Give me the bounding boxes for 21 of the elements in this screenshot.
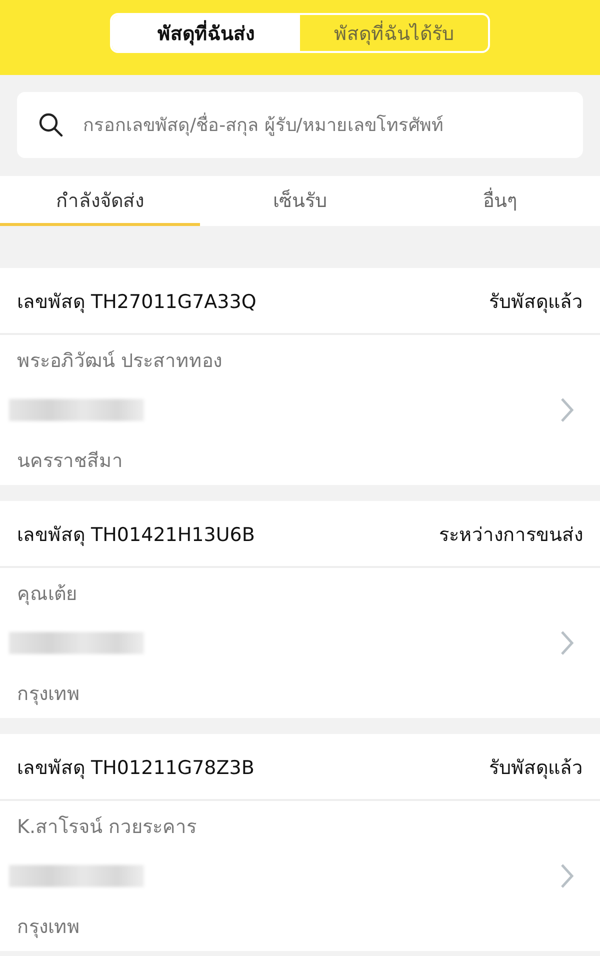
parcel-card[interactable]: เลขพัสดุ TH27011G7A33Q รับพัสดุแล้ว พระอภิวัฒน์ ประสาททอง นครราชสีมา bbox=[0, 268, 600, 485]
segment-tab[interactable]: พัสดุที่ฉันได้รับ bbox=[300, 15, 488, 51]
segment-tab[interactable]: พัสดุที่ฉันส่ง bbox=[112, 15, 300, 51]
tracking-number: เลขพัสดุ TH01211G78Z3B bbox=[17, 756, 254, 781]
recipient-name: K.สาโรจน์ กวยระคาร bbox=[17, 814, 198, 840]
recipient-name: พระอภิวัฒน์ ประสาททอง bbox=[17, 349, 224, 374]
parcel-card[interactable]: เลขพัสดุ TH01421H13U6B ระหว่างการขนส่ง คุณเต้ย กรุงเทพ bbox=[0, 501, 600, 718]
province-name: กรุงเทพ bbox=[17, 915, 81, 940]
province-name: นครราชสีมา bbox=[17, 449, 124, 474]
chevron-right-icon bbox=[560, 630, 574, 656]
tracking-number: เลขพัสดุ TH27011G7A33Q bbox=[17, 290, 256, 315]
chevron-right-icon bbox=[560, 863, 574, 889]
parcel-status: รับพัสดุแล้ว bbox=[489, 756, 583, 781]
parcel-status: ระหว่างการขนส่ง bbox=[439, 522, 583, 548]
search-field[interactable]: กรอกเลขพัสดุ/ชื่อ-สกุล ผู้รับ/หมายเลขโทรศัพท์ bbox=[17, 92, 583, 158]
chevron-right-icon bbox=[560, 397, 574, 423]
parcel-status: รับพัสดุแล้ว bbox=[489, 290, 583, 315]
recipient-name: คุณเต้ย bbox=[17, 582, 78, 607]
parcel-card[interactable]: เลขพัสดุ TH01211G78Z3B รับพัสดุแล้ว K.สาโรจน์ กวยระคาร กรุงเทพ bbox=[0, 734, 600, 951]
tracking-number: เลขพัสดุ TH01421H13U6B bbox=[17, 522, 255, 548]
province-name: กรุงเทพ bbox=[17, 682, 81, 707]
